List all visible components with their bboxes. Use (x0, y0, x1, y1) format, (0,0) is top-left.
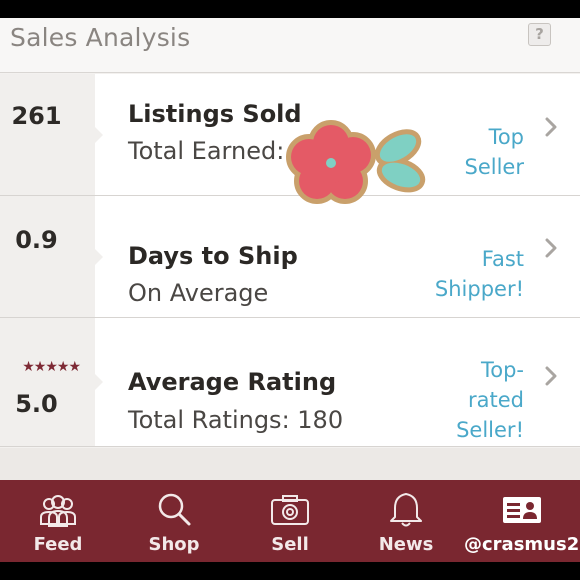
chevron-right-icon (545, 238, 557, 258)
badge-line: Shipper! (434, 277, 524, 301)
row-subtitle: Total Earned: (128, 137, 285, 165)
header: Sales Analysis ? (0, 18, 580, 73)
badge-line: Seller! (456, 418, 524, 442)
search-icon (158, 493, 191, 526)
tab-profile[interactable]: @crasmus22 (464, 480, 580, 562)
days-to-ship-row[interactable]: 0.9 Days to Ship On Average Fast Shipper… (0, 196, 580, 318)
stat-column: ★★★★★ 5.0 (0, 318, 103, 446)
stat-column: 0.9 (0, 196, 103, 317)
row-title: Average Rating (128, 368, 337, 396)
stat-value: 0.9 (15, 226, 58, 254)
id-card-icon (503, 497, 541, 523)
people-icon (40, 495, 76, 527)
content-spacer (0, 448, 580, 480)
tab-label: Feed (33, 534, 83, 555)
badge-line: Top (488, 125, 524, 149)
tab-news[interactable]: News (348, 480, 464, 562)
tab-shop[interactable]: Shop (116, 480, 232, 562)
chevron-right-icon (545, 366, 557, 386)
badge-text: Top Seller (465, 122, 524, 182)
camera-icon (271, 495, 309, 525)
badge-line: Fast (481, 247, 524, 271)
tab-label: News (378, 534, 434, 555)
flower-sticker-icon (286, 120, 426, 204)
rating-stars: ★★★★★ (22, 359, 81, 375)
row-subtitle: On Average (128, 279, 269, 307)
row-title: Days to Ship (128, 242, 298, 270)
page-title: Sales Analysis (10, 23, 191, 52)
tab-label: Sell (271, 534, 309, 555)
badge-text: Fast Shipper! (435, 244, 524, 304)
help-button[interactable]: ? (528, 23, 551, 46)
average-rating-row[interactable]: ★★★★★ 5.0 Average Rating Total Ratings: … (0, 318, 580, 447)
tab-label: @crasmus22 (464, 534, 580, 555)
stat-value: 261 (11, 102, 62, 130)
badge-line: rated (468, 388, 524, 412)
bottom-tab-bar: Feed Shop Sell News @crasmus22 (0, 480, 580, 562)
stat-column: 261 (0, 74, 103, 195)
badge-line: Seller (464, 155, 524, 179)
tab-feed[interactable]: Feed (0, 480, 116, 562)
badge-text: Top- rated Seller! (456, 355, 524, 445)
tab-label: Shop (148, 534, 200, 555)
row-title: Listings Sold (128, 100, 302, 128)
bell-icon (390, 493, 422, 527)
chevron-right-icon (545, 117, 557, 137)
row-subtitle: Total Ratings: 180 (128, 406, 344, 434)
badge-line: Top- (480, 358, 524, 382)
sales-analysis-screen: Sales Analysis ? 261 Listings Sold Total… (0, 18, 580, 562)
stat-value: 5.0 (15, 390, 58, 418)
device-bottom-edge (0, 562, 580, 580)
tab-sell[interactable]: Sell (232, 480, 348, 562)
